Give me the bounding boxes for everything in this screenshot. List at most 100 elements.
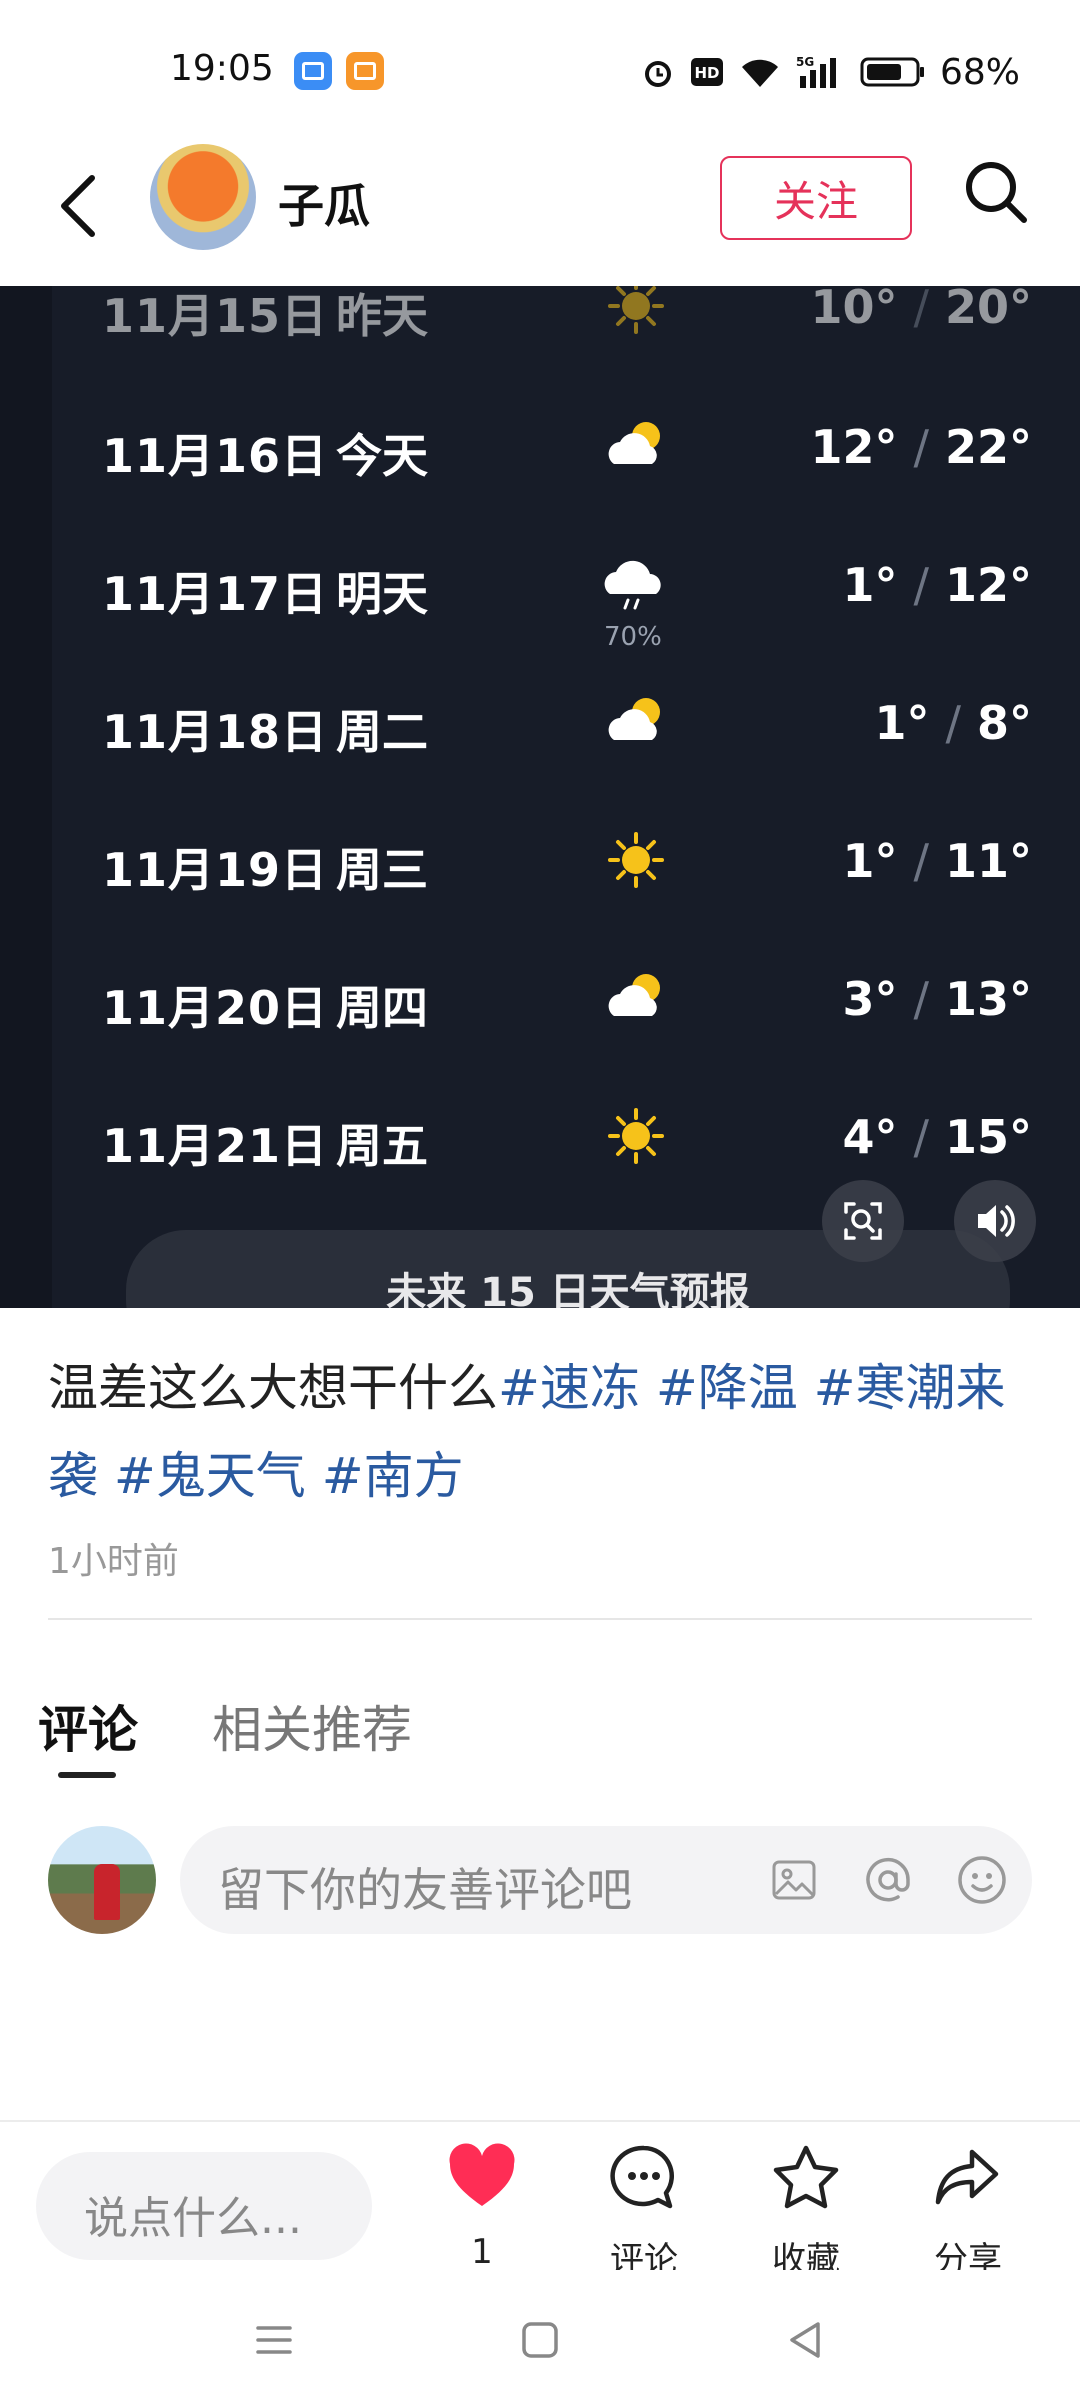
sound-toggle-button[interactable]	[954, 1180, 1036, 1262]
menu-icon[interactable]	[244, 2310, 304, 2370]
like-button[interactable]: 1	[422, 2138, 542, 2272]
weather-row: 11月16日 今天 12° / 22°	[0, 402, 1080, 492]
app-notification-icon	[294, 52, 332, 90]
weather-date: 11月20日	[102, 981, 329, 1035]
comment-placeholder: 留下你的友善评论吧	[218, 1863, 632, 1917]
share-button[interactable]: 分享	[908, 2138, 1028, 2280]
home-icon[interactable]	[510, 2310, 570, 2370]
weather-row: 11月21日 周五 4° / 15°	[0, 1092, 1080, 1182]
user-avatar[interactable]	[48, 1826, 156, 1934]
temp-high: 22°	[944, 420, 1032, 474]
status-icons: HD 5G 68%	[640, 50, 1020, 94]
search-button[interactable]	[960, 156, 1032, 228]
temp-high: 20°	[944, 286, 1032, 334]
heart-icon	[449, 2143, 515, 2206]
temp-separator: /	[913, 972, 929, 1026]
image-search-button[interactable]	[822, 1180, 904, 1262]
hashtag-link[interactable]: #速冻	[498, 1359, 640, 1417]
collect-button[interactable]: 收藏	[746, 2138, 866, 2280]
comment-input[interactable]: 留下你的友善评论吧	[180, 1826, 1032, 1934]
quick-comment-placeholder: 说点什么...	[84, 2193, 302, 2244]
weather-date: 11月17日	[102, 567, 329, 621]
caption-text: 温差这么大想干什么	[48, 1359, 498, 1417]
comment-button[interactable]: 评论	[584, 2138, 704, 2280]
weather-temps: 3° / 13°	[842, 972, 1032, 1026]
weather-day: 周三	[336, 843, 428, 897]
weather-temps: 12° / 22°	[810, 420, 1032, 474]
signal-5g-icon: 5G	[796, 55, 836, 88]
weather-temps: 1° / 8°	[874, 696, 1032, 750]
weather-row: 11月15日 昨天 10° / 20°	[0, 286, 1080, 352]
temp-separator: /	[913, 558, 929, 612]
post-media-image[interactable]: 11月15日 昨天 10° / 20° 11月16日 今天 12° / 22° …	[0, 286, 1080, 1308]
temp-high: 11°	[944, 834, 1032, 888]
weather-row: 11月19日 周三 1° / 11°	[0, 816, 1080, 906]
weather-date: 11月15日	[102, 289, 329, 343]
alarm-icon	[644, 61, 671, 87]
system-navigation-bar	[0, 2270, 1080, 2400]
temp-separator: /	[913, 420, 929, 474]
divider	[48, 1618, 1032, 1620]
tab-comments[interactable]: 评论	[38, 1690, 138, 1762]
comment-bubble-icon	[610, 2145, 674, 2209]
weather-day: 今天	[336, 429, 428, 483]
back-nav-icon[interactable]	[776, 2310, 836, 2370]
hd-icon: HD	[690, 58, 723, 86]
hashtag-link[interactable]: #鬼天气	[114, 1447, 306, 1505]
partly-cloudy-icon	[608, 422, 660, 464]
weather-row: 11月18日 周二 1° / 8°	[0, 678, 1080, 768]
temp-separator: /	[913, 834, 929, 888]
forecast-15-day-label: 未来 15 日天气预报	[386, 1270, 750, 1308]
image-icon[interactable]	[766, 1852, 822, 1908]
back-button[interactable]	[50, 166, 110, 246]
temp-high: 8°	[976, 696, 1032, 750]
star-icon	[773, 2145, 839, 2209]
active-tab-indicator	[58, 1772, 116, 1778]
weather-row: 11月17日 明天 70% 1° / 12°	[0, 540, 1080, 652]
sun-icon	[608, 286, 664, 334]
author-avatar[interactable]	[150, 144, 256, 250]
temp-high: 15°	[944, 1110, 1032, 1164]
temp-low: 3°	[842, 972, 898, 1026]
hashtag-link[interactable]: #南方	[322, 1447, 464, 1505]
svg-text:HD: HD	[694, 64, 719, 82]
search-icon	[966, 162, 1027, 223]
mention-icon[interactable]	[860, 1852, 916, 1908]
temp-low: 4°	[842, 1110, 898, 1164]
svg-text:5G: 5G	[796, 55, 814, 69]
author-name[interactable]: 子瓜	[278, 170, 370, 236]
post-header: 子瓜 关注	[0, 140, 1080, 286]
bottom-action-bar: 说点什么... 1 评论 收藏 分享	[0, 2120, 1080, 2280]
rain-icon	[604, 560, 661, 610]
like-count: 1	[471, 2232, 493, 2272]
quick-comment-input[interactable]: 说点什么...	[36, 2152, 372, 2260]
speaker-icon	[978, 1205, 1015, 1237]
temp-separator: /	[945, 696, 961, 750]
temp-low: 1°	[842, 834, 898, 888]
partly-cloudy-icon	[608, 698, 660, 740]
wifi-icon	[741, 59, 778, 87]
sun-icon	[608, 1108, 664, 1164]
weather-day: 明天	[336, 567, 428, 621]
weather-temps: 10° / 20°	[810, 286, 1032, 334]
post-timestamp: 1小时前	[48, 1541, 179, 1582]
weather-temps: 4° / 15°	[842, 1110, 1032, 1164]
status-bar: 19:05 HD 5G 68%	[0, 0, 1080, 140]
scan-search-icon	[844, 1202, 882, 1240]
weather-date: 11月18日	[102, 705, 329, 759]
precip-chance: 70%	[604, 622, 662, 652]
weather-day: 周二	[336, 705, 428, 759]
battery-icon	[860, 57, 924, 87]
emoji-icon[interactable]	[954, 1852, 1010, 1908]
temp-high: 13°	[944, 972, 1032, 1026]
calendar-notification-icon	[346, 52, 384, 90]
hashtag-link[interactable]: #降温	[656, 1359, 798, 1417]
weather-day: 昨天	[336, 289, 428, 343]
tab-related[interactable]: 相关推荐	[212, 1690, 412, 1762]
follow-button[interactable]: 关注	[720, 156, 912, 240]
partly-cloudy-icon	[608, 974, 660, 1016]
post-caption: 温差这么大想干什么#速冻 #降温 #寒潮来袭 #鬼天气 #南方	[48, 1344, 1038, 1520]
weather-date: 11月19日	[102, 843, 329, 897]
battery-percent: 68%	[939, 51, 1020, 93]
share-arrow-icon	[935, 2149, 999, 2205]
